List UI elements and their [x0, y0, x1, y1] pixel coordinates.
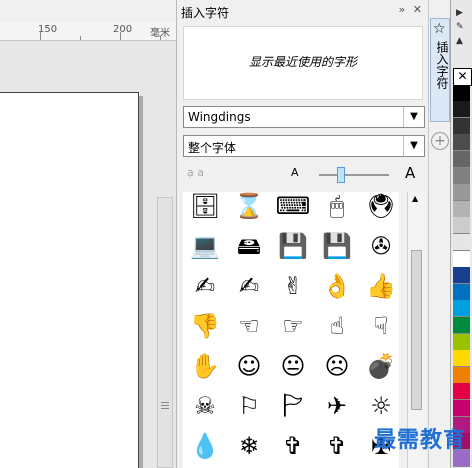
- chevron-down-icon[interactable]: ▼: [403, 107, 424, 127]
- glyph-cell[interactable]: ☠: [185, 386, 225, 426]
- color-swatch[interactable]: [453, 333, 470, 351]
- glyph-cell[interactable]: ✈: [317, 386, 357, 426]
- color-swatch[interactable]: [453, 101, 470, 119]
- glyph-cell[interactable]: ☝: [317, 306, 357, 346]
- show-baseline-icon[interactable]: ạ a: [187, 166, 204, 179]
- font-select[interactable]: Wingdings ▼: [183, 106, 425, 128]
- add-docker-icon[interactable]: +: [431, 132, 449, 150]
- zoom-row: ạ a A A: [183, 164, 425, 188]
- docker-title: 插入字符: [181, 6, 230, 20]
- zoom-slider-track[interactable]: [319, 174, 389, 176]
- color-swatch[interactable]: [453, 317, 470, 334]
- font-select-value: Wingdings: [188, 110, 251, 124]
- color-swatch[interactable]: [453, 84, 470, 102]
- color-swatch[interactable]: [453, 167, 470, 185]
- glyph-cell[interactable]: 💣: [361, 346, 399, 386]
- glyph-cell[interactable]: 🏱: [273, 386, 313, 426]
- glyph-cell[interactable]: ☞: [273, 306, 313, 346]
- glyph-cell[interactable]: ✞: [317, 426, 357, 466]
- tab-label: 插入字符: [435, 41, 449, 89]
- docker-tab-strip: ☆ 插入字符 +: [428, 0, 450, 468]
- glyph-cell[interactable]: ☟: [361, 306, 399, 346]
- color-swatch[interactable]: [453, 217, 470, 235]
- chevron-down-icon[interactable]: ▼: [403, 136, 424, 156]
- color-swatch[interactable]: [453, 200, 470, 218]
- watermark: 最需教育: [373, 427, 466, 453]
- glyph-cell[interactable]: ⌨: [273, 192, 313, 226]
- zoom-large-icon: A: [405, 164, 416, 182]
- close-icon[interactable]: ✕: [413, 3, 422, 16]
- glyph-cell[interactable]: ⚐: [229, 386, 269, 426]
- horizontal-ruler: 150 200 毫米: [0, 22, 176, 41]
- glyph-cell[interactable]: ✋: [185, 346, 225, 386]
- glyph-cell[interactable]: ☺: [229, 346, 269, 386]
- glyph-cell[interactable]: ☼: [361, 386, 399, 426]
- collapse-icon[interactable]: »: [399, 3, 406, 16]
- glyph-cell[interactable]: 👍: [361, 266, 399, 306]
- glyph-cell[interactable]: 💾: [273, 226, 313, 266]
- color-swatch[interactable]: [453, 300, 470, 318]
- color-swatch[interactable]: [453, 366, 470, 384]
- no-color-swatch[interactable]: ✕: [453, 68, 472, 86]
- glyph-cell[interactable]: 💻: [185, 226, 225, 266]
- color-swatch[interactable]: [453, 151, 470, 168]
- glyph-cell[interactable]: 😐: [273, 346, 313, 386]
- glyph-cell[interactable]: 💾: [317, 226, 357, 266]
- zoom-slider-thumb[interactable]: [336, 167, 345, 183]
- glyph-cell[interactable]: ✇: [361, 226, 399, 266]
- glyph-cell[interactable]: ✍: [229, 266, 269, 306]
- star-icon: ☆: [433, 21, 446, 37]
- color-swatch[interactable]: [453, 283, 470, 301]
- glyph-cell[interactable]: 🖲: [361, 192, 399, 226]
- document-page[interactable]: [0, 92, 139, 468]
- color-swatch[interactable]: [453, 234, 470, 251]
- recent-glyphs-panel: 显示最近使用的字形: [183, 26, 423, 100]
- tab-insert-character[interactable]: ☆ 插入字符: [430, 18, 450, 122]
- glyph-cell[interactable]: 🖱: [317, 192, 357, 226]
- color-swatch[interactable]: [453, 350, 470, 368]
- palette-scroll-icon[interactable]: ▶ ✎ ▲: [456, 6, 464, 48]
- insert-character-docker: 插入字符 » ✕ 显示最近使用的字形 Wingdings ▼ 整个字体 ▼ ạ …: [176, 0, 428, 468]
- glyph-grid[interactable]: 🗄 ⌛ ⌨ 🖱 🖲 💻 🖴 💾 💾 ✇ ✍ ✍ ✌ 👌 👍 👎 ☜ ☞ ☝ ☟ ✋ ☺ 😐 ☹ 💣 ☠ ⚐ 🏱 ✈ ☼ 💧 ❄ ✞ ✞ ✠: [183, 192, 399, 468]
- color-swatch[interactable]: [453, 400, 470, 417]
- glyph-cell[interactable]: 👎: [185, 306, 225, 346]
- color-swatch[interactable]: [453, 383, 470, 401]
- subset-select-value: 整个字体: [188, 141, 237, 155]
- glyph-cell[interactable]: 👌: [317, 266, 357, 306]
- glyph-cell[interactable]: ☜: [229, 306, 269, 346]
- glyph-cell[interactable]: ❄: [229, 426, 269, 466]
- scroll-up-icon[interactable]: ▲: [412, 194, 418, 203]
- glyph-cell[interactable]: ✍: [185, 266, 225, 306]
- glyph-cell[interactable]: ✌: [273, 266, 313, 306]
- docker-controls[interactable]: » ✕: [399, 3, 422, 16]
- scroll-thumb[interactable]: [411, 250, 422, 410]
- ruler-label: 200: [113, 24, 133, 35]
- glyph-cell[interactable]: ✞: [273, 426, 313, 466]
- color-swatch[interactable]: [453, 117, 470, 135]
- color-palette: ✕ ▶ ✎ ▲: [450, 0, 472, 468]
- color-swatch[interactable]: [453, 134, 470, 152]
- color-swatch[interactable]: [453, 267, 470, 285]
- glyph-cell[interactable]: ⌛: [229, 192, 269, 226]
- zoom-small-icon: A: [291, 166, 299, 179]
- glyph-cell[interactable]: 🗄: [185, 192, 225, 226]
- subset-select[interactable]: 整个字体 ▼: [183, 135, 425, 157]
- color-swatch[interactable]: [453, 250, 470, 268]
- glyph-cell[interactable]: 🖴: [229, 226, 269, 266]
- canvas-vertical-scrollbar[interactable]: [157, 197, 173, 468]
- color-swatch[interactable]: [453, 184, 470, 202]
- glyph-cell[interactable]: ☹: [317, 346, 357, 386]
- glyph-cell[interactable]: 💧: [185, 426, 225, 466]
